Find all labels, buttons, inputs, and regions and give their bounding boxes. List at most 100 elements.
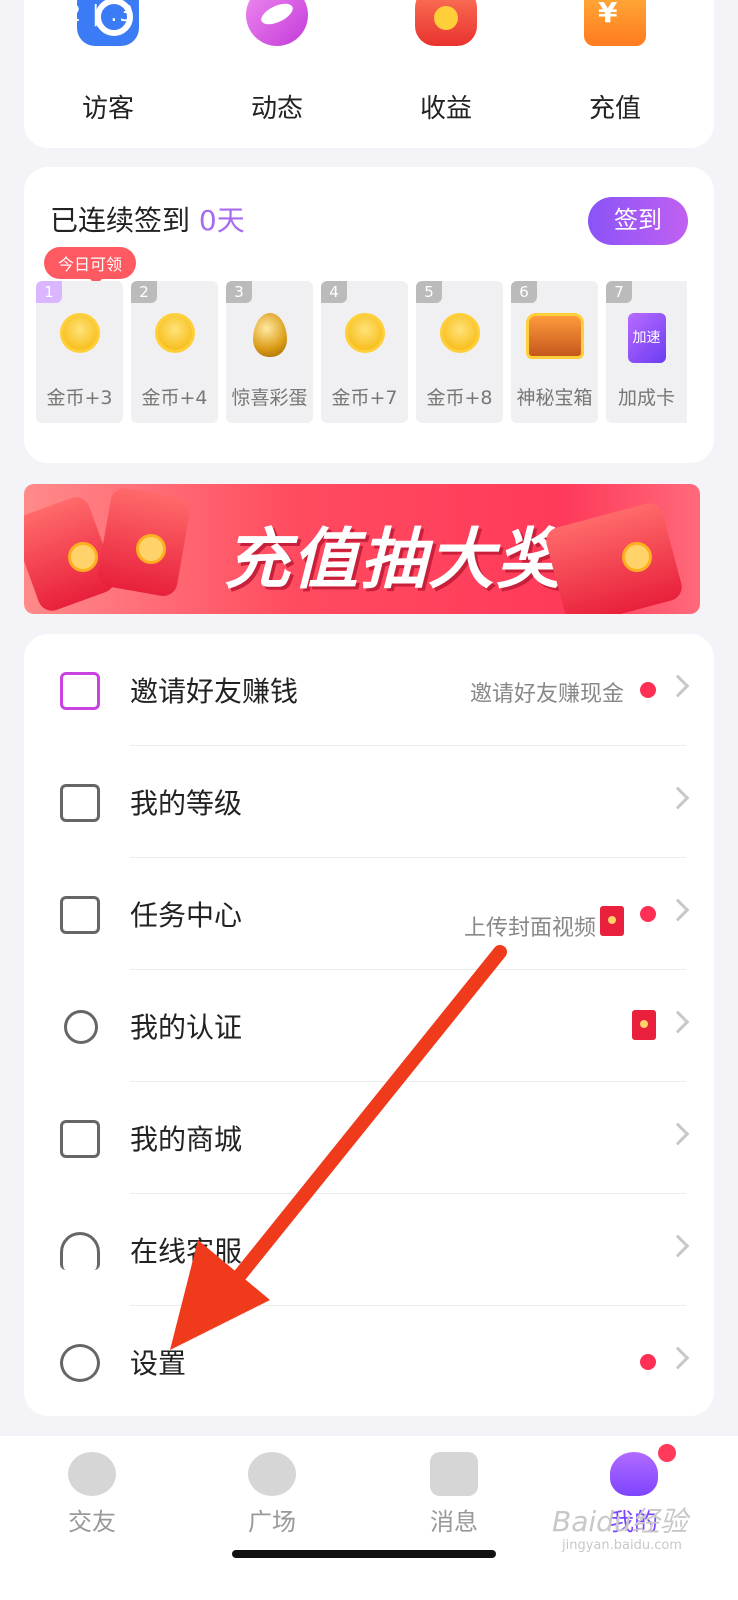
day-number: 5	[416, 281, 442, 303]
day-reward-label: 金币+7	[331, 387, 398, 409]
red-packet-icon	[632, 1010, 656, 1040]
store-icon	[60, 1120, 100, 1158]
menu-label: 我的等级	[130, 787, 243, 820]
gear-icon	[60, 1344, 100, 1382]
red-packet-icon	[600, 906, 624, 936]
gold-coin-icon	[136, 534, 166, 564]
boost-card-icon: 加速	[627, 313, 666, 363]
quick-menu-card: 2 | .3 访客 动态 收益 ¥ 首充 充值	[24, 0, 714, 148]
quick-item-visitor[interactable]: 2 | .3 访客	[28, 0, 188, 148]
menu-item-verification[interactable]: 我的认证	[24, 970, 714, 1082]
menu-list-card: 邀请好友赚钱 邀请好友赚现金 我的等级 任务中心 上传封面视频 我的认证 我的商…	[24, 634, 714, 1416]
signin-day-4[interactable]: 4 金币+7	[321, 281, 408, 423]
chevron-right-icon	[666, 898, 690, 922]
menu-label: 我的商城	[130, 1123, 243, 1156]
menu-item-task-center[interactable]: 任务中心 上传封面视频	[24, 858, 714, 970]
day-reward-label: 金币+4	[141, 387, 208, 409]
watermark: Baidu经验	[552, 1505, 688, 1538]
invite-envelope-icon	[60, 672, 100, 710]
day-number: 1	[36, 281, 62, 303]
day-reward-label: 神秘宝箱	[516, 387, 593, 409]
menu-item-customer-service[interactable]: 在线客服	[24, 1194, 714, 1306]
quick-label-visitor: 访客	[81, 94, 134, 124]
quick-label-moments: 动态	[250, 94, 303, 124]
menu-label: 我的认证	[130, 1011, 243, 1044]
menu-item-invite[interactable]: 邀请好友赚钱 邀请好友赚现金	[24, 634, 714, 746]
signin-title: 已连续签到 0天	[50, 199, 245, 239]
notification-dot	[640, 1354, 656, 1370]
quick-label-recharge: 充值	[588, 94, 641, 124]
signin-day-5[interactable]: 5 金币+8	[416, 281, 503, 423]
menu-subtitle: 上传封面视频	[463, 916, 596, 941]
chevron-right-icon	[666, 1346, 690, 1370]
visitor-icon: 2 | .3	[67, 0, 139, 46]
tab-label: 消息	[430, 1508, 478, 1536]
coin-icon	[344, 313, 385, 353]
quick-item-earnings[interactable]: 收益	[366, 0, 526, 148]
chevron-right-icon	[666, 674, 690, 698]
today-claimable-tag: 今日可领	[44, 247, 137, 285]
verified-badge-icon	[56, 1002, 106, 1052]
home-indicator	[232, 1550, 496, 1558]
menu-label: 在线客服	[130, 1235, 243, 1268]
signin-day-2[interactable]: 2 金币+4	[131, 281, 218, 423]
moments-icon	[246, 0, 308, 46]
quick-item-moments[interactable]: 动态	[197, 0, 357, 148]
day-number: 6	[511, 281, 537, 303]
chevron-right-icon	[666, 1234, 690, 1258]
day-reward-label: 惊喜彩蛋	[231, 387, 308, 409]
notification-dot	[640, 906, 656, 922]
day-reward-label: 加成卡	[617, 387, 675, 409]
menu-label: 邀请好友赚钱	[130, 675, 299, 708]
banner-title: 充值抽大奖	[224, 521, 564, 598]
notification-dot	[640, 682, 656, 698]
signin-title-prefix: 已连续签到	[50, 204, 191, 237]
quick-item-recharge[interactable]: ¥ 首充 充值	[535, 0, 695, 148]
notification-dot	[658, 1444, 676, 1462]
watermark-url: jingyan.baidu.com	[562, 1538, 682, 1553]
signin-card: 已连续签到 0天 签到 今日可领 1 金币+3 2 金币+4 3 惊喜彩蛋 4 …	[24, 167, 714, 463]
treasure-chest-icon	[525, 313, 584, 359]
coin-icon	[154, 313, 195, 353]
quick-label-earnings: 收益	[419, 94, 472, 124]
day-number: 4	[321, 281, 347, 303]
tab-label: 广场	[248, 1508, 296, 1536]
menu-item-store[interactable]: 我的商城	[24, 1082, 714, 1194]
tab-friends[interactable]: 交友	[32, 1446, 152, 1546]
tab-messages[interactable]: 消息	[394, 1446, 514, 1546]
tab-square[interactable]: 广场	[212, 1446, 332, 1546]
hearts-icon	[68, 1452, 116, 1496]
red-envelope-icon	[543, 500, 685, 614]
coin-icon	[59, 313, 100, 353]
day-reward-label: 金币+8	[426, 387, 493, 409]
signin-day-3[interactable]: 3 惊喜彩蛋	[226, 281, 313, 423]
day-number: 7	[606, 281, 632, 303]
crown-icon	[60, 784, 100, 822]
coin-icon	[439, 313, 480, 353]
chevron-right-icon	[666, 1010, 690, 1034]
menu-item-level[interactable]: 我的等级	[24, 746, 714, 858]
menu-subtitle: 邀请好友赚现金	[469, 682, 624, 707]
gold-coin-icon	[622, 542, 652, 572]
menu-item-settings[interactable]: 设置	[24, 1306, 714, 1418]
signin-day-1[interactable]: 1 金币+3	[36, 281, 123, 423]
profile-icon	[610, 1452, 658, 1496]
gold-coin-icon	[68, 542, 98, 572]
golden-egg-icon	[252, 313, 287, 357]
signin-day-6[interactable]: 6 神秘宝箱	[511, 281, 598, 423]
day-number: 3	[226, 281, 252, 303]
menu-label: 设置	[130, 1347, 187, 1380]
recharge-icon: ¥	[584, 0, 646, 46]
recharge-lottery-banner[interactable]: 充值抽大奖	[24, 484, 700, 614]
earnings-icon	[415, 0, 477, 46]
signin-button[interactable]: 签到	[588, 197, 688, 245]
checkbox-icon	[60, 896, 100, 934]
compass-icon	[248, 1452, 296, 1496]
signin-day-7[interactable]: 7 加速 加成卡	[606, 281, 687, 423]
chevron-right-icon	[666, 1122, 690, 1146]
tab-label: 交友	[68, 1508, 116, 1536]
day-reward-label: 金币+3	[46, 387, 113, 409]
chat-icon	[430, 1452, 478, 1496]
headset-icon	[60, 1232, 100, 1270]
signin-days-count: 0天	[198, 204, 245, 237]
